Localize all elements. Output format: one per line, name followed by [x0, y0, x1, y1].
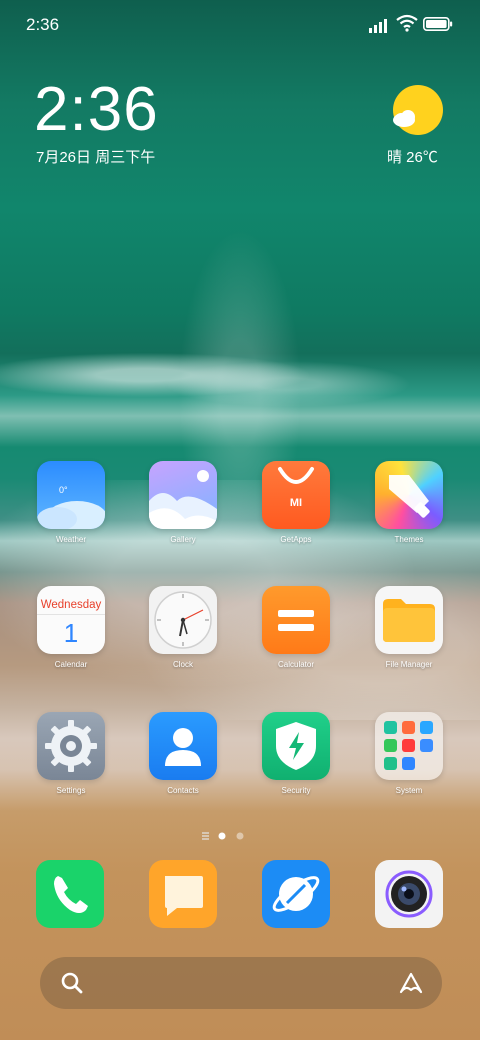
clock-widget-date: 7月26日 周三下午	[36, 149, 156, 166]
status-time: 2:36	[26, 15, 60, 34]
app-label: Weather	[55, 535, 87, 544]
dock-browser[interactable]	[262, 860, 330, 928]
calendar-icon: Wednesday 1	[37, 586, 105, 654]
calendar-day: 1	[63, 618, 79, 648]
app-label: System	[395, 786, 423, 795]
phone-icon	[36, 860, 104, 928]
dock-camera[interactable]	[375, 860, 443, 928]
getapps-mark: MI	[289, 497, 303, 509]
signal-icon	[369, 19, 387, 33]
system-folder-icon	[375, 712, 443, 780]
app-label: Calendar	[54, 660, 88, 669]
weather-icon-temp: 0°	[59, 485, 68, 495]
gallery-icon	[149, 461, 217, 529]
app-getapps[interactable]: MI GetApps	[246, 461, 346, 544]
app-security[interactable]: Security	[246, 712, 346, 795]
weather-summary: 晴 26℃	[387, 149, 438, 166]
app-clock[interactable]: Clock	[133, 586, 233, 669]
camera-icon	[375, 860, 443, 928]
settings-icon	[37, 712, 105, 780]
app-weather[interactable]: 0° Weather	[21, 461, 121, 544]
dock-messages[interactable]	[149, 860, 217, 928]
app-label: Themes	[394, 535, 424, 544]
battery-icon	[423, 17, 453, 31]
app-themes[interactable]: Themes	[359, 461, 459, 544]
calculator-icon	[262, 586, 330, 654]
search-icon	[61, 972, 83, 994]
page-dot-active	[218, 832, 226, 840]
app-label: Security	[281, 786, 311, 795]
wallpaper-wave	[0, 330, 480, 420]
app-file-manager[interactable]: File Manager	[359, 586, 459, 669]
clock-widget-time[interactable]: 2:36	[34, 74, 159, 145]
app-label: Clock	[172, 660, 193, 669]
file-manager-icon	[375, 586, 443, 654]
app-label: Gallery	[170, 535, 196, 544]
weather-icon: 0°	[37, 461, 105, 529]
page-indicator[interactable]	[200, 830, 280, 842]
calendar-weekday: Wednesday	[40, 599, 102, 611]
messages-icon	[149, 860, 217, 928]
app-label: Settings	[56, 786, 86, 795]
app-system-folder[interactable]: System	[359, 712, 459, 795]
page-indicator-home	[202, 832, 209, 840]
app-label: Calculator	[277, 660, 314, 669]
app-settings[interactable]: Settings	[21, 712, 121, 795]
browser-icon	[262, 860, 330, 928]
security-icon	[262, 712, 330, 780]
search-bar[interactable]	[40, 957, 442, 1009]
app-gallery[interactable]: Gallery	[133, 461, 233, 544]
status-bar: 2:36	[0, 0, 480, 50]
weather-sun-icon[interactable]	[392, 84, 444, 136]
page-dot	[236, 832, 244, 840]
app-contacts[interactable]: Contacts	[133, 712, 233, 795]
app-label: File Manager	[385, 660, 433, 669]
getapps-icon: MI	[262, 461, 330, 529]
wifi-icon	[396, 14, 418, 32]
app-label: Contacts	[167, 786, 199, 795]
app-calculator[interactable]: Calculator	[246, 586, 346, 669]
themes-icon	[375, 461, 443, 529]
dock-phone[interactable]	[36, 860, 104, 928]
contacts-icon	[149, 712, 217, 780]
clock-icon	[149, 586, 217, 654]
app-calendar[interactable]: Wednesday 1 Calendar	[21, 586, 121, 669]
assistant-icon[interactable]	[398, 971, 424, 995]
app-label: GetApps	[280, 535, 312, 544]
